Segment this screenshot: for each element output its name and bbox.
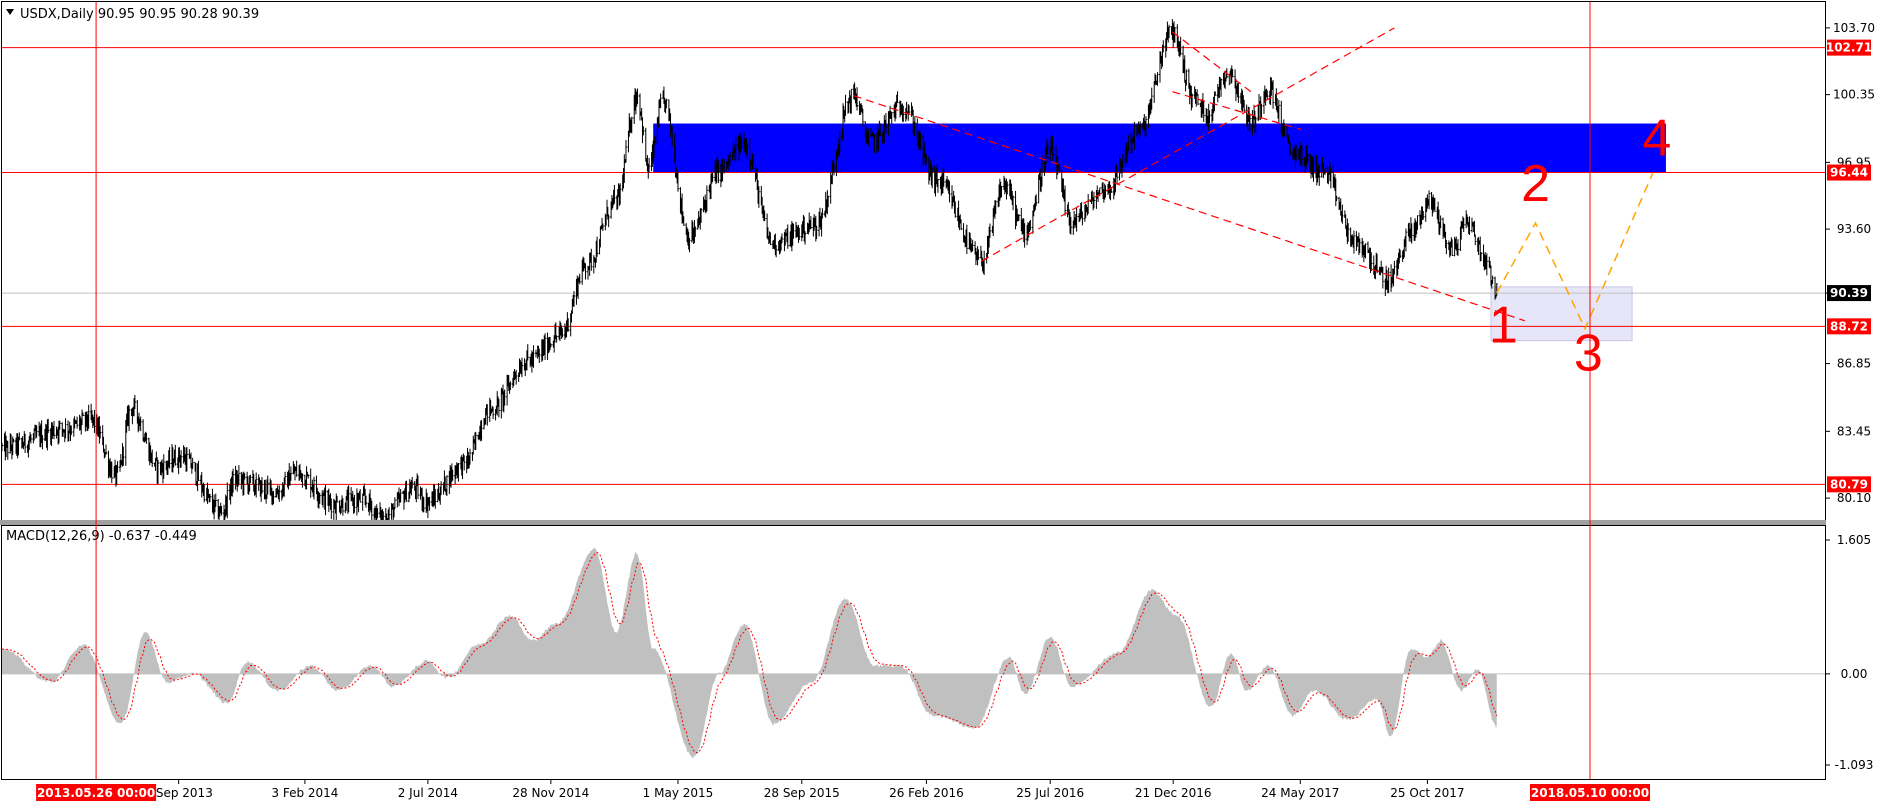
macd-tick-label: -1.093 [1835, 758, 1874, 772]
price-tick-label: 86.85 [1837, 357, 1871, 371]
chart-canvas: 1234 103.70100.3596.9593.6090.3986.8583.… [0, 0, 1898, 807]
time-tick-label: 24 May 2017 [1261, 786, 1339, 800]
price-tag-label: 90.39 [1830, 286, 1868, 300]
price-tick-label: 80.10 [1837, 491, 1871, 505]
time-tick-label: 3 Feb 2014 [271, 786, 338, 800]
price-tick-label: 93.60 [1837, 222, 1871, 236]
macd-header: MACD(12,26,9) -0.637 -0.449 [6, 529, 197, 544]
time-tick-label: 1 May 2015 [643, 786, 714, 800]
time-tick-label: 28 Nov 2014 [512, 786, 589, 800]
price-header: USDX,Daily 90.95 90.95 90.28 90.39 [20, 7, 259, 22]
time-tick-label: 21 Dec 2016 [1135, 786, 1212, 800]
marker-date-label: 2018.05.10 00:00 [1531, 786, 1649, 800]
time-tick-label: 25 Jul 2016 [1016, 786, 1084, 800]
price-tag-label: 102.71 [1826, 41, 1872, 55]
wave-label-1: 1 [1489, 297, 1518, 355]
time-tick-label: 28 Sep 2015 [764, 786, 840, 800]
price-tick-label: 100.35 [1833, 88, 1875, 102]
wave-label-2: 2 [1521, 155, 1550, 213]
price-tick-label: 83.45 [1837, 424, 1871, 438]
price-tick-label: 103.70 [1833, 21, 1875, 35]
price-tag-label: 96.44 [1830, 166, 1868, 180]
time-tick-label: 2 Jul 2014 [398, 786, 458, 800]
panel-splitter[interactable] [0, 520, 1826, 525]
price-tag-label: 80.79 [1830, 477, 1868, 491]
resistance-zone [653, 123, 1666, 173]
marker-date-label: 2013.05.26 00:00 [37, 786, 155, 800]
wave-label-3: 3 [1574, 325, 1603, 383]
macd-tick-label: 1.605 [1837, 533, 1871, 547]
price-tag-label: 88.72 [1830, 319, 1868, 333]
time-tick-label: 25 Oct 2017 [1390, 786, 1464, 800]
macd-tick-label: 0.00 [1841, 667, 1868, 681]
wave-label-4: 4 [1642, 109, 1671, 167]
time-tick-label: 26 Feb 2016 [889, 786, 964, 800]
